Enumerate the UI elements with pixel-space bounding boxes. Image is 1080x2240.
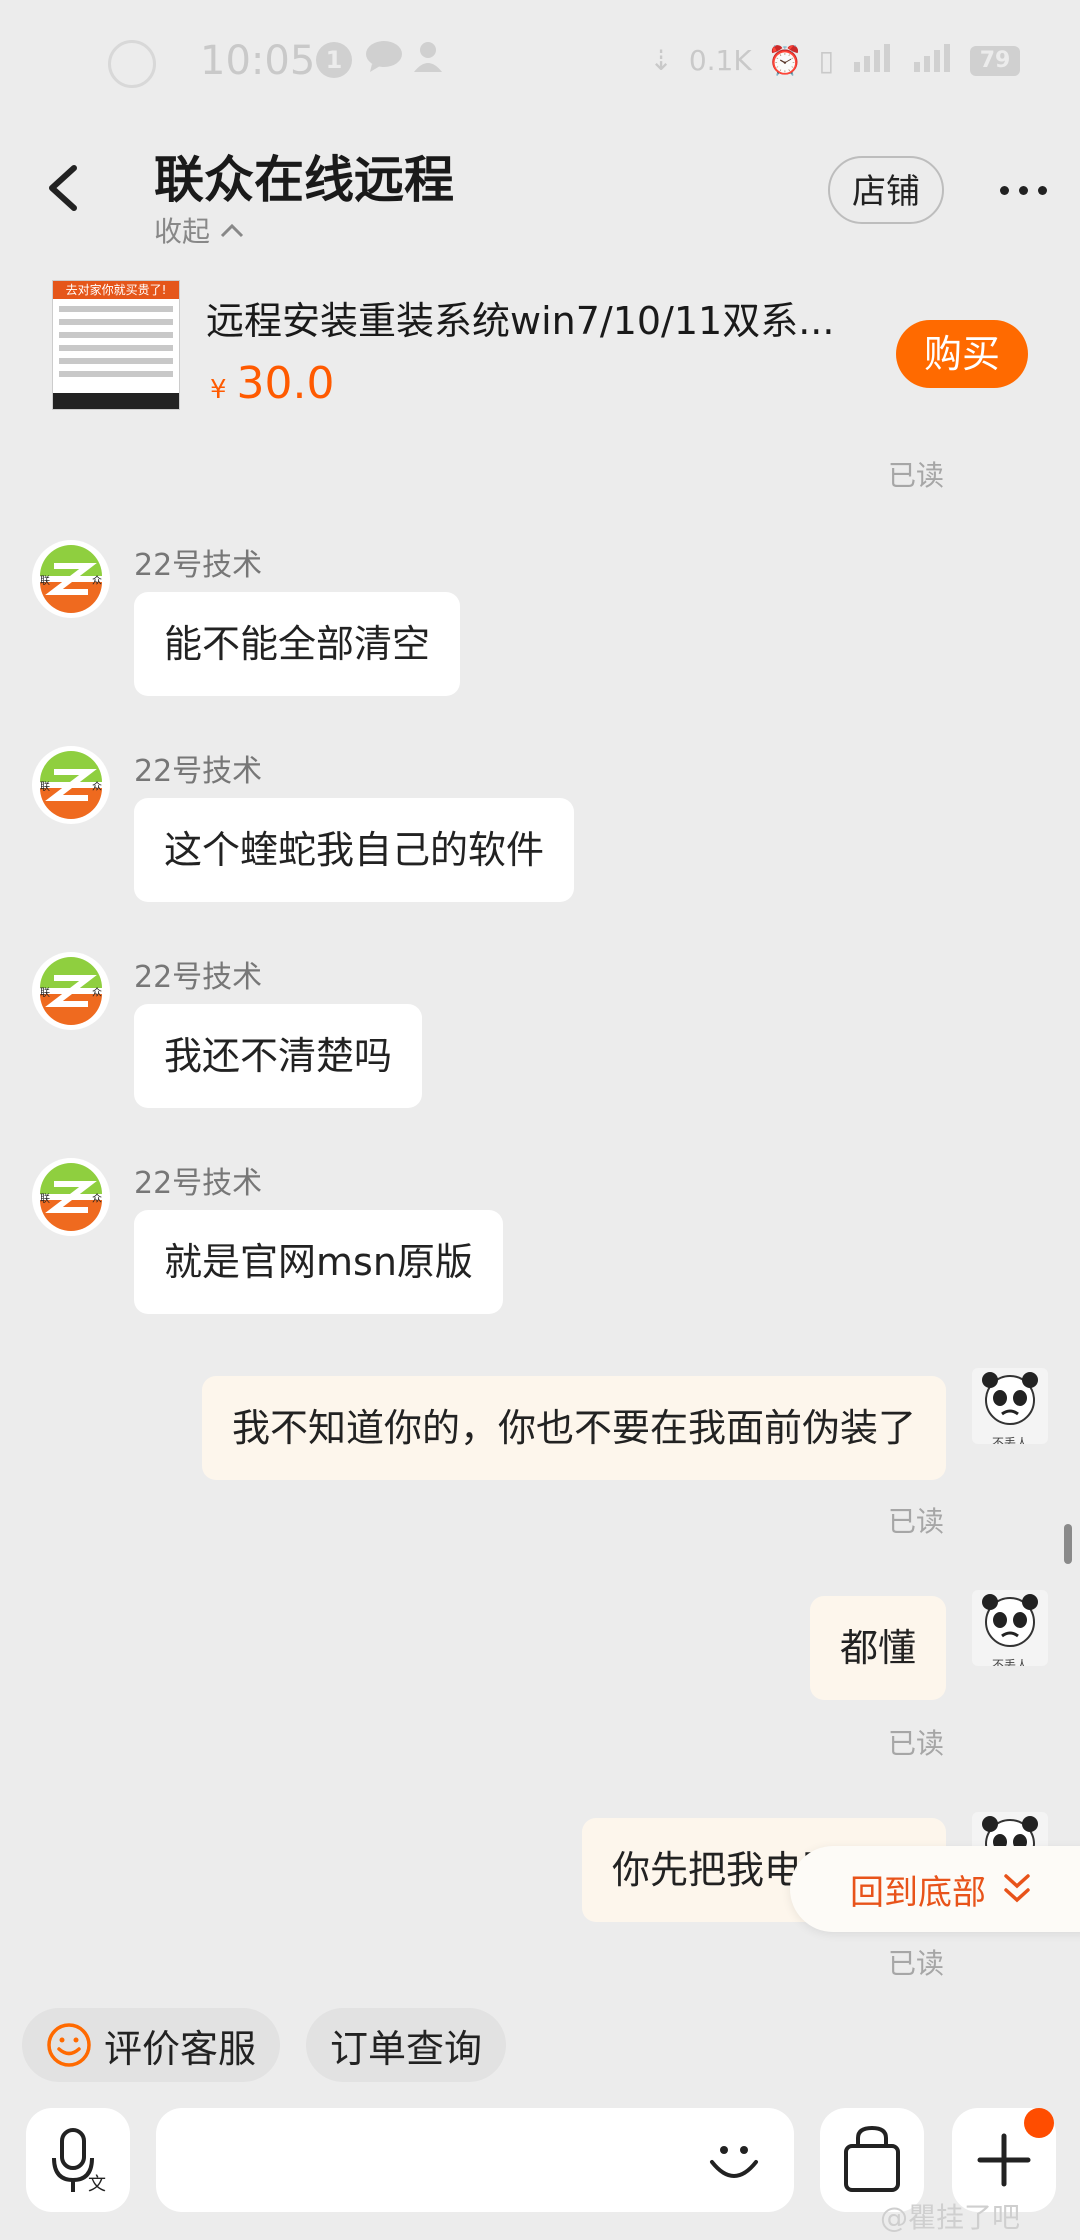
shop-button[interactable]: 店铺 <box>828 156 944 224</box>
svg-text:众: 众 <box>92 575 102 587</box>
svg-text:文: 文 <box>88 2174 106 2195</box>
message-icon <box>364 40 404 74</box>
thumbnail-banner: 去对家你就买贵了! <box>53 281 179 299</box>
message-bubble[interactable]: 这个蝰蛇我自己的软件 <box>134 798 575 902</box>
seller-avatar[interactable]: 联众 <box>32 952 110 1030</box>
svg-text:众: 众 <box>92 987 102 999</box>
message-sender: 22号技术 <box>134 754 263 789</box>
smiley-icon <box>47 2023 91 2067</box>
voice-input-button[interactable]: 文 <box>26 2108 130 2212</box>
svg-text:联: 联 <box>40 575 50 587</box>
product-thumbnail[interactable]: 去对家你就买贵了! <box>52 280 180 410</box>
svg-text:联: 联 <box>40 1193 50 1205</box>
more-dot-icon <box>1038 186 1047 195</box>
avatar-caption: 不丢人 <box>991 1436 1028 1444</box>
signal-4g-icon <box>850 42 894 79</box>
panda-meme-icon <box>982 1372 1038 1425</box>
seller-avatar[interactable]: 联众 <box>32 540 110 618</box>
quick-reply-label: 评价客服 <box>104 2026 257 2071</box>
quick-reply-rate-service[interactable]: 评价客服 <box>22 2008 281 2082</box>
double-chevron-down-icon <box>1004 1874 1030 1903</box>
message-sender: 22号技术 <box>134 960 263 995</box>
product-name[interactable]: 远程安装重装系统win7/10/11双系... <box>206 290 846 345</box>
back-arrow-icon <box>49 165 77 211</box>
read-status: 已读 <box>888 1727 945 1760</box>
network-speed: 0.1K <box>688 44 752 77</box>
seller-avatar[interactable]: 联众 <box>32 1158 110 1236</box>
more-dot-icon <box>1000 186 1009 195</box>
notification-badge: 1 <box>316 42 352 78</box>
panda-meme-icon <box>982 1594 1038 1647</box>
alarm-icon: ⏰ <box>767 44 803 77</box>
collapse-label: 收起 <box>154 215 211 248</box>
app-status-icon <box>108 40 156 88</box>
status-bar: 10:05 1 ⇣ 0.1K ⏰ ▯ 79 <box>0 0 1080 120</box>
buy-button[interactable]: 购买 <box>896 320 1028 388</box>
currency-symbol: ¥ <box>210 375 227 405</box>
collapse-toggle[interactable]: 收起 <box>154 210 246 250</box>
contacts-icon <box>414 40 454 74</box>
back-to-bottom-label: 回到底部 <box>850 1872 986 1913</box>
svg-text:联: 联 <box>40 781 50 793</box>
watermark: @瞿挂了吧 <box>880 2201 1021 2234</box>
quick-reply-label: 订单查询 <box>330 2026 483 2071</box>
product-price: ¥ 30.0 <box>210 358 335 409</box>
more-dot-icon <box>1019 186 1028 195</box>
svg-text:众: 众 <box>92 781 102 793</box>
user-avatar[interactable]: 不丢人 <box>972 1590 1048 1666</box>
message-bubble-outgoing[interactable]: 都懂 <box>809 1596 946 1700</box>
more-options-button[interactable] <box>1000 186 1047 195</box>
battery-indicator: 79 <box>970 45 1020 76</box>
read-status: 已读 <box>888 459 945 492</box>
message-bubble[interactable]: 就是官网msn原版 <box>134 1210 503 1314</box>
status-right-group: ⇣ 0.1K ⏰ ▯ 79 <box>649 42 1020 79</box>
status-time: 10:05 <box>200 38 316 84</box>
message-bubble[interactable]: 能不能全部清空 <box>134 592 461 696</box>
price-value: 30.0 <box>236 358 335 409</box>
read-status: 已读 <box>888 1947 945 1980</box>
quick-reply-order-query[interactable]: 订单查询 <box>306 2008 507 2082</box>
seller-avatar[interactable]: 联众 <box>32 746 110 824</box>
back-button[interactable] <box>40 158 84 218</box>
scrollbar-thumb[interactable] <box>1064 1524 1072 1564</box>
message-bubble-outgoing[interactable]: 我不知道你的，你也不要在我面前伪装了 <box>201 1376 946 1480</box>
message-input[interactable] <box>156 2108 794 2212</box>
svg-text:众: 众 <box>92 1193 102 1205</box>
user-avatar[interactable]: 不丢人 <box>972 1368 1048 1444</box>
download-speed-icon: ⇣ <box>649 44 673 77</box>
microphone-icon: 文 <box>52 2128 106 2195</box>
signal-icon <box>910 42 954 79</box>
avatar-caption: 不丢人 <box>991 1658 1028 1666</box>
message-bubble[interactable]: 我还不清楚吗 <box>134 1004 423 1108</box>
message-sender: 22号技术 <box>134 548 263 583</box>
message-sender: 22号技术 <box>134 1166 263 1201</box>
vibrate-icon: ▯ <box>818 44 834 77</box>
emoji-icon[interactable] <box>704 2132 764 2192</box>
chevron-up-icon <box>220 223 244 238</box>
read-status: 已读 <box>888 1505 945 1538</box>
back-to-bottom-button[interactable]: 回到底部 <box>790 1846 1080 1932</box>
chat-title: 联众在线远程 <box>154 151 454 209</box>
svg-text:联: 联 <box>40 987 50 999</box>
notification-dot <box>1024 2108 1054 2138</box>
